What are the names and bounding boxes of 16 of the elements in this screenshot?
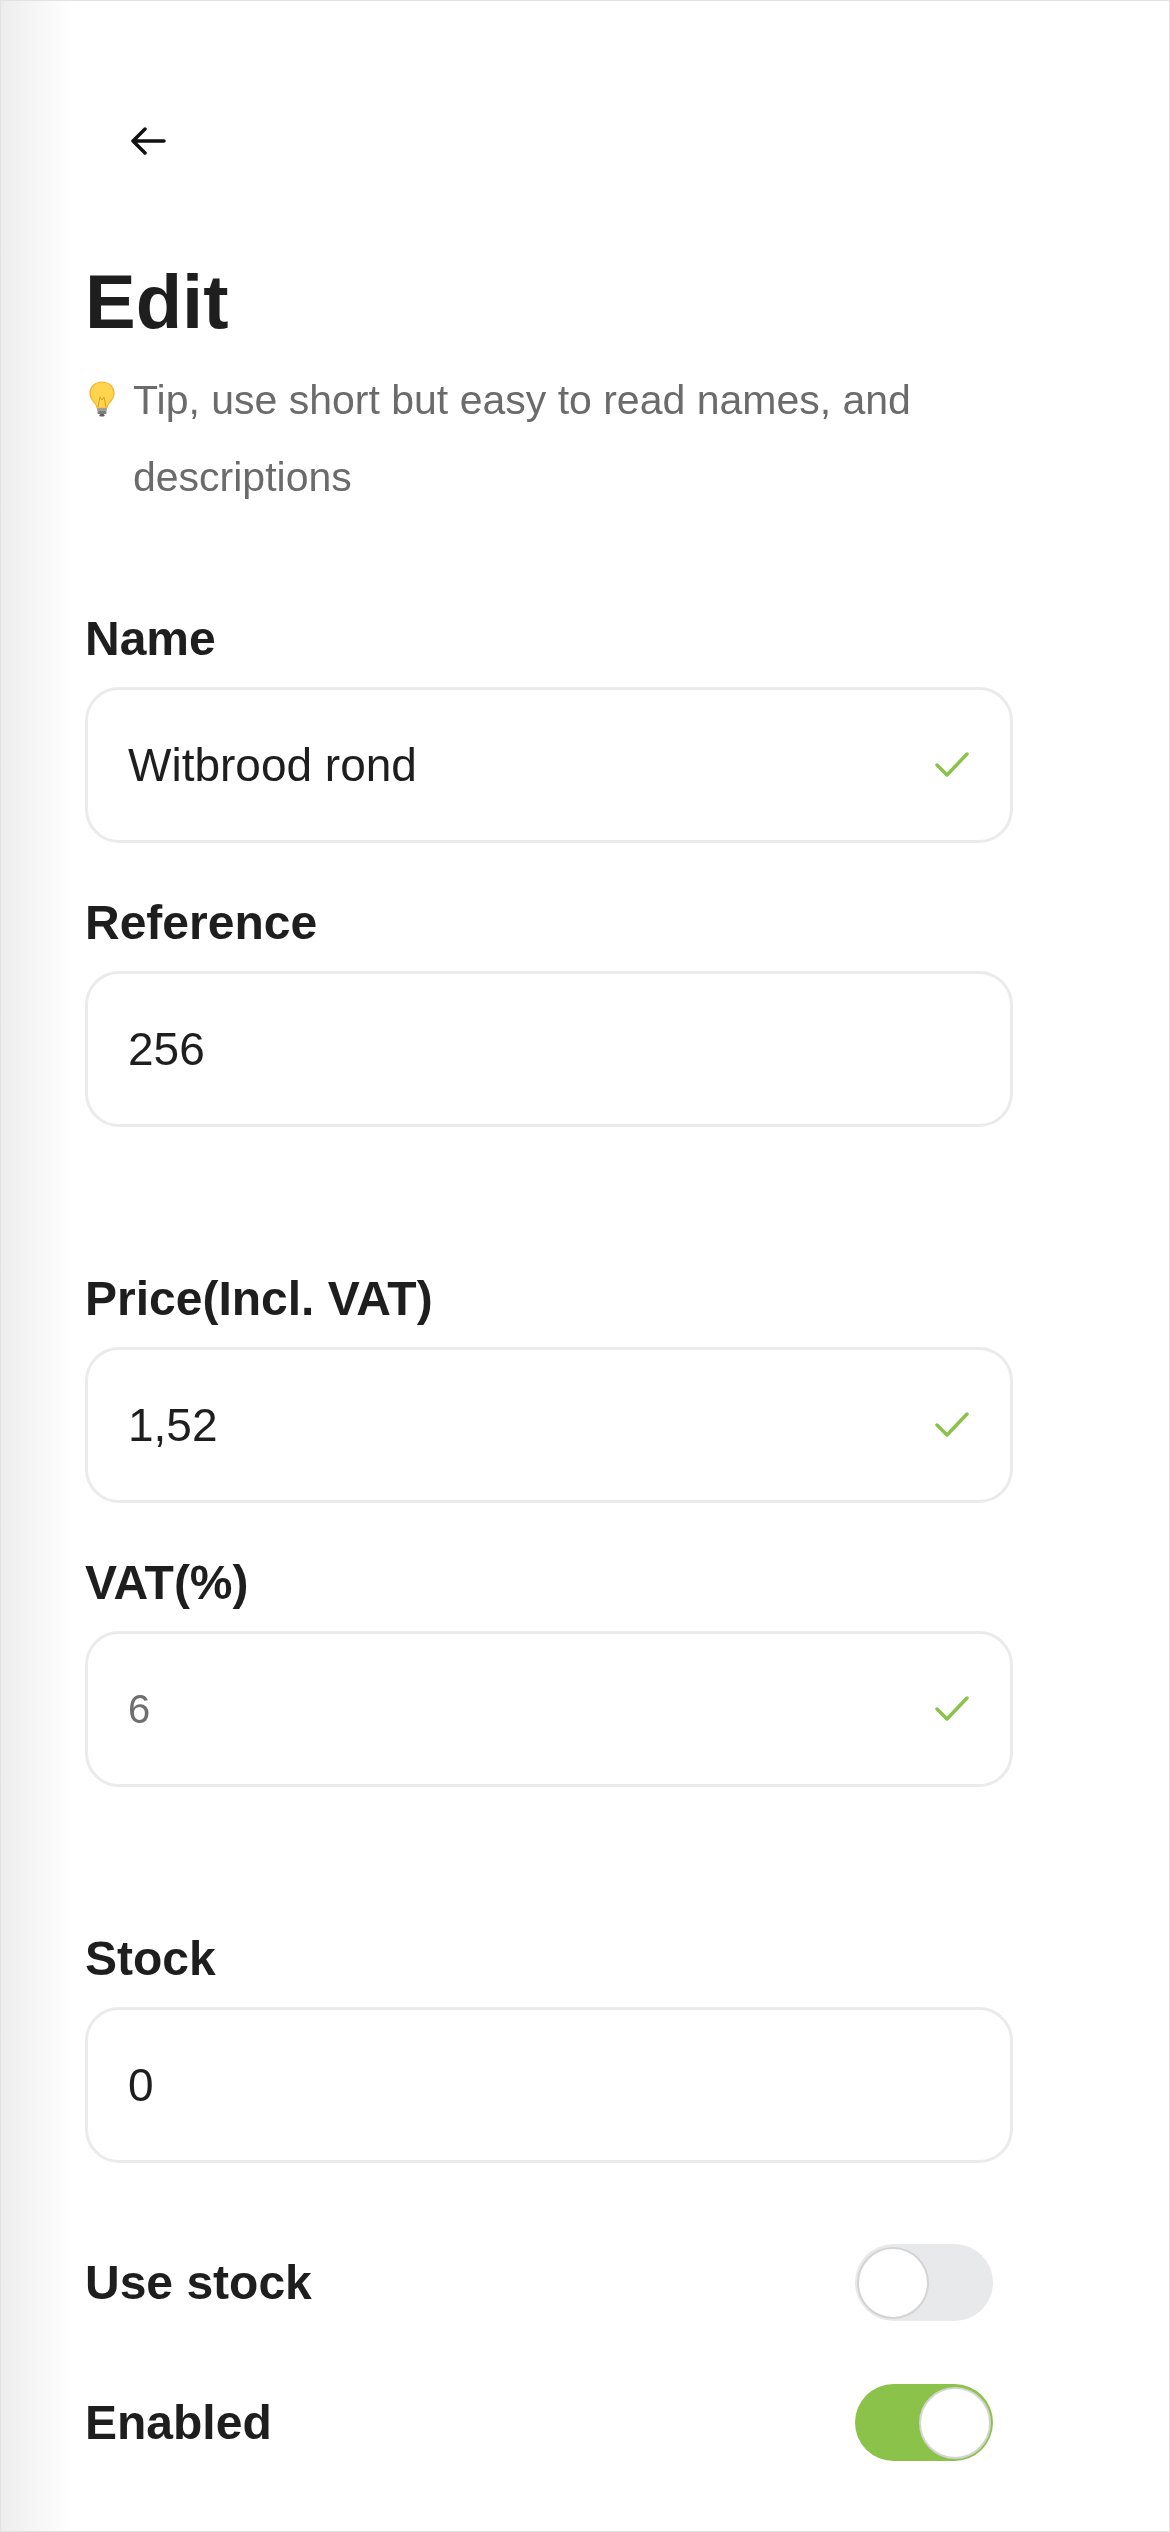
tip-text: Tip, use short but easy to read names, and descriptions [133, 376, 912, 502]
toggle-label: Use stock [85, 2254, 312, 2311]
toggle-label: Enabled [85, 2394, 272, 2451]
text-field[interactable]: 6 [85, 1631, 1013, 1787]
field-label: Reference [85, 895, 318, 951]
text-field[interactable]: 1,52 [85, 1347, 1013, 1503]
field-label: Name [85, 611, 216, 667]
text-field[interactable]: Witbrood rond [85, 687, 1013, 843]
text-field[interactable]: 256 [85, 971, 1013, 1127]
arrow-left-icon [130, 127, 166, 155]
field-label: Stock [85, 1931, 216, 1987]
field-label: VAT(%) [85, 1555, 249, 1611]
lightbulb-icon [88, 381, 116, 417]
field-label: Price(Incl. VAT) [85, 1271, 433, 1327]
page-title: Edit [85, 264, 229, 340]
text-field[interactable]: 0 [85, 2007, 1013, 2163]
